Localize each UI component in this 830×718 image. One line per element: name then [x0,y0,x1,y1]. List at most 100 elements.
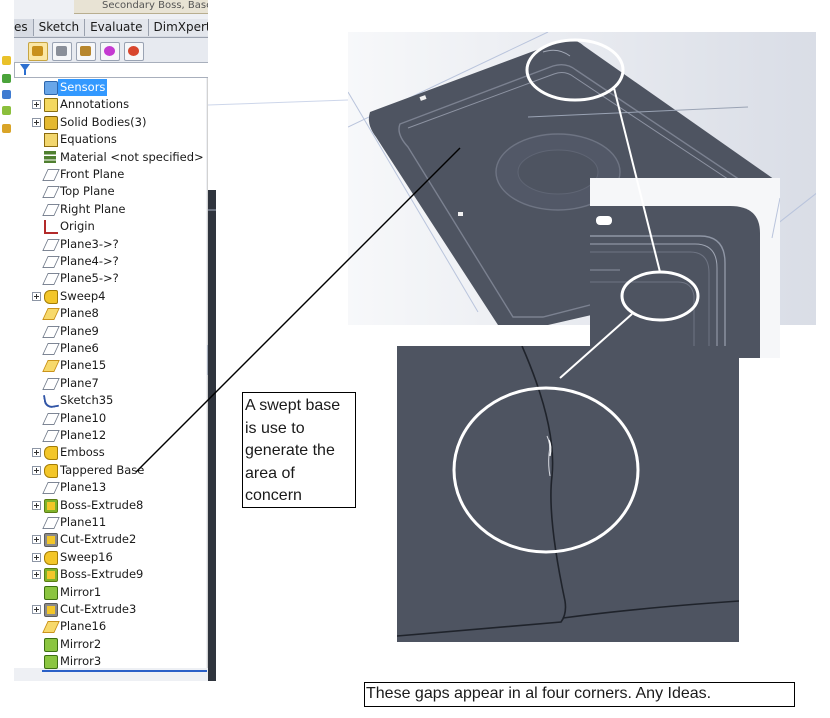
configuration-manager-icon[interactable] [76,42,96,61]
feature-manager-icon[interactable] [28,42,48,61]
tree-item[interactable]: Plane7 [14,375,204,392]
equations-icon [44,133,58,148]
tab-features[interactable]: es [14,19,34,36]
tree-item[interactable]: Plane15 [14,357,204,374]
plane-highlight-icon [42,308,60,321]
tree-item[interactable]: Sensors [14,79,204,96]
tree-item[interactable]: Tappered Base [14,462,204,479]
display-manager-icon[interactable] [124,42,144,61]
tree-item-label: Mirror1 [60,584,102,599]
tree-item[interactable]: Mirror1 [14,584,204,601]
expand-toggle-icon[interactable] [32,535,41,545]
model-view-corner-zoom[interactable] [590,178,780,358]
plane-icon [42,256,60,268]
plane-icon [42,325,60,338]
filter-icon[interactable] [20,64,30,75]
plane-icon [42,430,60,442]
tree-item-label: Plane10 [60,410,107,425]
tree-item-label: Mirror3 [60,654,102,669]
tree-item-label: Sketch35 [60,393,114,408]
rollback-bar[interactable] [42,670,207,672]
plane-icon [42,169,60,181]
plane-highlight-icon [42,360,60,373]
expand-toggle-icon[interactable] [32,448,41,458]
property-manager-icon[interactable] [52,42,72,61]
tree-item[interactable]: Plane4->? [14,253,204,270]
tree-item[interactable]: Annotations [14,96,204,113]
tree-item[interactable]: Plane6 [14,340,204,357]
tree-item[interactable]: Plane5->? [14,270,204,287]
tree-item[interactable]: Plane12 [14,427,204,444]
tree-filter-bar[interactable] [14,62,211,78]
tree-item[interactable]: Plane11 [14,514,204,531]
model-view-gap-detail[interactable] [397,346,739,642]
tree-item[interactable]: Mirror3 [14,653,204,670]
tree-item-label: Right Plane [60,201,126,216]
tree-item[interactable]: Equations [14,131,204,148]
tree-item-label: Plane9 [60,323,99,338]
left-command-strip [0,0,14,681]
tree-item-label: Mirror2 [60,636,102,651]
expand-toggle-icon[interactable] [32,100,41,110]
pattern-tool-icon[interactable] [2,124,11,133]
tree-item[interactable]: Sweep16 [14,549,204,566]
smart-dimension-icon[interactable] [2,56,11,65]
tree-item-label: Plane16 [60,619,107,634]
tree-item-label: Plane15 [60,358,107,373]
graphics-area-edge [208,0,348,681]
callout-swept-base: A swept base is use to generate the area… [242,392,356,508]
tree-item-label: Plane7 [60,375,99,390]
tree-item[interactable]: Sketch35 [14,392,204,410]
tree-item-label: Cut-Extrude3 [60,602,137,616]
expand-toggle-icon[interactable] [32,605,41,614]
tree-item[interactable]: Boss-Extrude8 [14,497,204,514]
expand-toggle-icon[interactable] [32,291,41,301]
origin-icon [44,220,58,235]
tree-item[interactable]: Plane16 [14,618,204,635]
expand-toggle-icon[interactable] [32,552,41,562]
tree-item-label: Sweep4 [60,288,106,303]
tree-item[interactable]: Material <not specified> [14,149,204,166]
tree-item[interactable]: Plane13 [14,479,204,496]
tree-item-label: Boss-Extrude9 [60,567,144,582]
sweep-icon [44,463,58,478]
tree-item-label: Plane12 [60,428,107,442]
tree-item[interactable]: Plane10 [14,410,204,427]
tab-dimxpert[interactable]: DimXpert [148,19,217,36]
tree-item[interactable]: Front Plane [14,166,204,183]
tree-item-label: Equations [60,132,117,147]
tree-item-label: Plane6 [60,341,99,355]
tree-item[interactable]: Cut-Extrude3 [14,601,204,618]
sweep-icon [44,550,58,565]
plane-icon [42,482,60,495]
tree-item[interactable]: Right Plane [14,201,204,218]
callout-gaps: These gaps appear in al four corners. An… [364,682,795,707]
sketch-tool-icon[interactable] [2,90,11,99]
tree-item[interactable]: Mirror2 [14,636,204,653]
relation-icon[interactable] [2,74,11,83]
tree-item-label: Plane8 [60,306,99,321]
tree-item[interactable]: Cut-Extrude2 [14,531,204,548]
sweep-icon [44,446,58,461]
tree-item[interactable]: Top Plane [14,183,204,200]
solid-bodies-icon [44,115,58,130]
tree-item[interactable]: Solid Bodies(3) [14,114,204,131]
tree-item[interactable]: Plane9 [14,323,204,340]
tree-item[interactable]: Plane8 [14,305,204,322]
tree-item[interactable]: Emboss [14,444,204,461]
plane-icon [42,238,60,251]
expand-toggle-icon[interactable] [32,500,41,510]
tree-item-label: Plane5->? [60,271,119,286]
expand-toggle-icon[interactable] [32,465,41,475]
mirror-tool-icon[interactable] [2,106,11,115]
dimxpert-manager-icon[interactable] [100,42,120,61]
feature-manager-panel: Secondary Boss, Base es Sketch Evaluate … [14,0,223,681]
tab-sketch[interactable]: Sketch [33,19,86,36]
expand-toggle-icon[interactable] [32,117,41,127]
tree-item[interactable]: Sweep4 [14,288,204,305]
expand-toggle-icon[interactable] [32,570,41,580]
tree-item[interactable]: Origin [14,218,204,235]
tab-evaluate[interactable]: Evaluate [85,19,149,36]
tree-item[interactable]: Boss-Extrude9 [14,566,204,583]
tree-item[interactable]: Plane3->? [14,236,204,253]
